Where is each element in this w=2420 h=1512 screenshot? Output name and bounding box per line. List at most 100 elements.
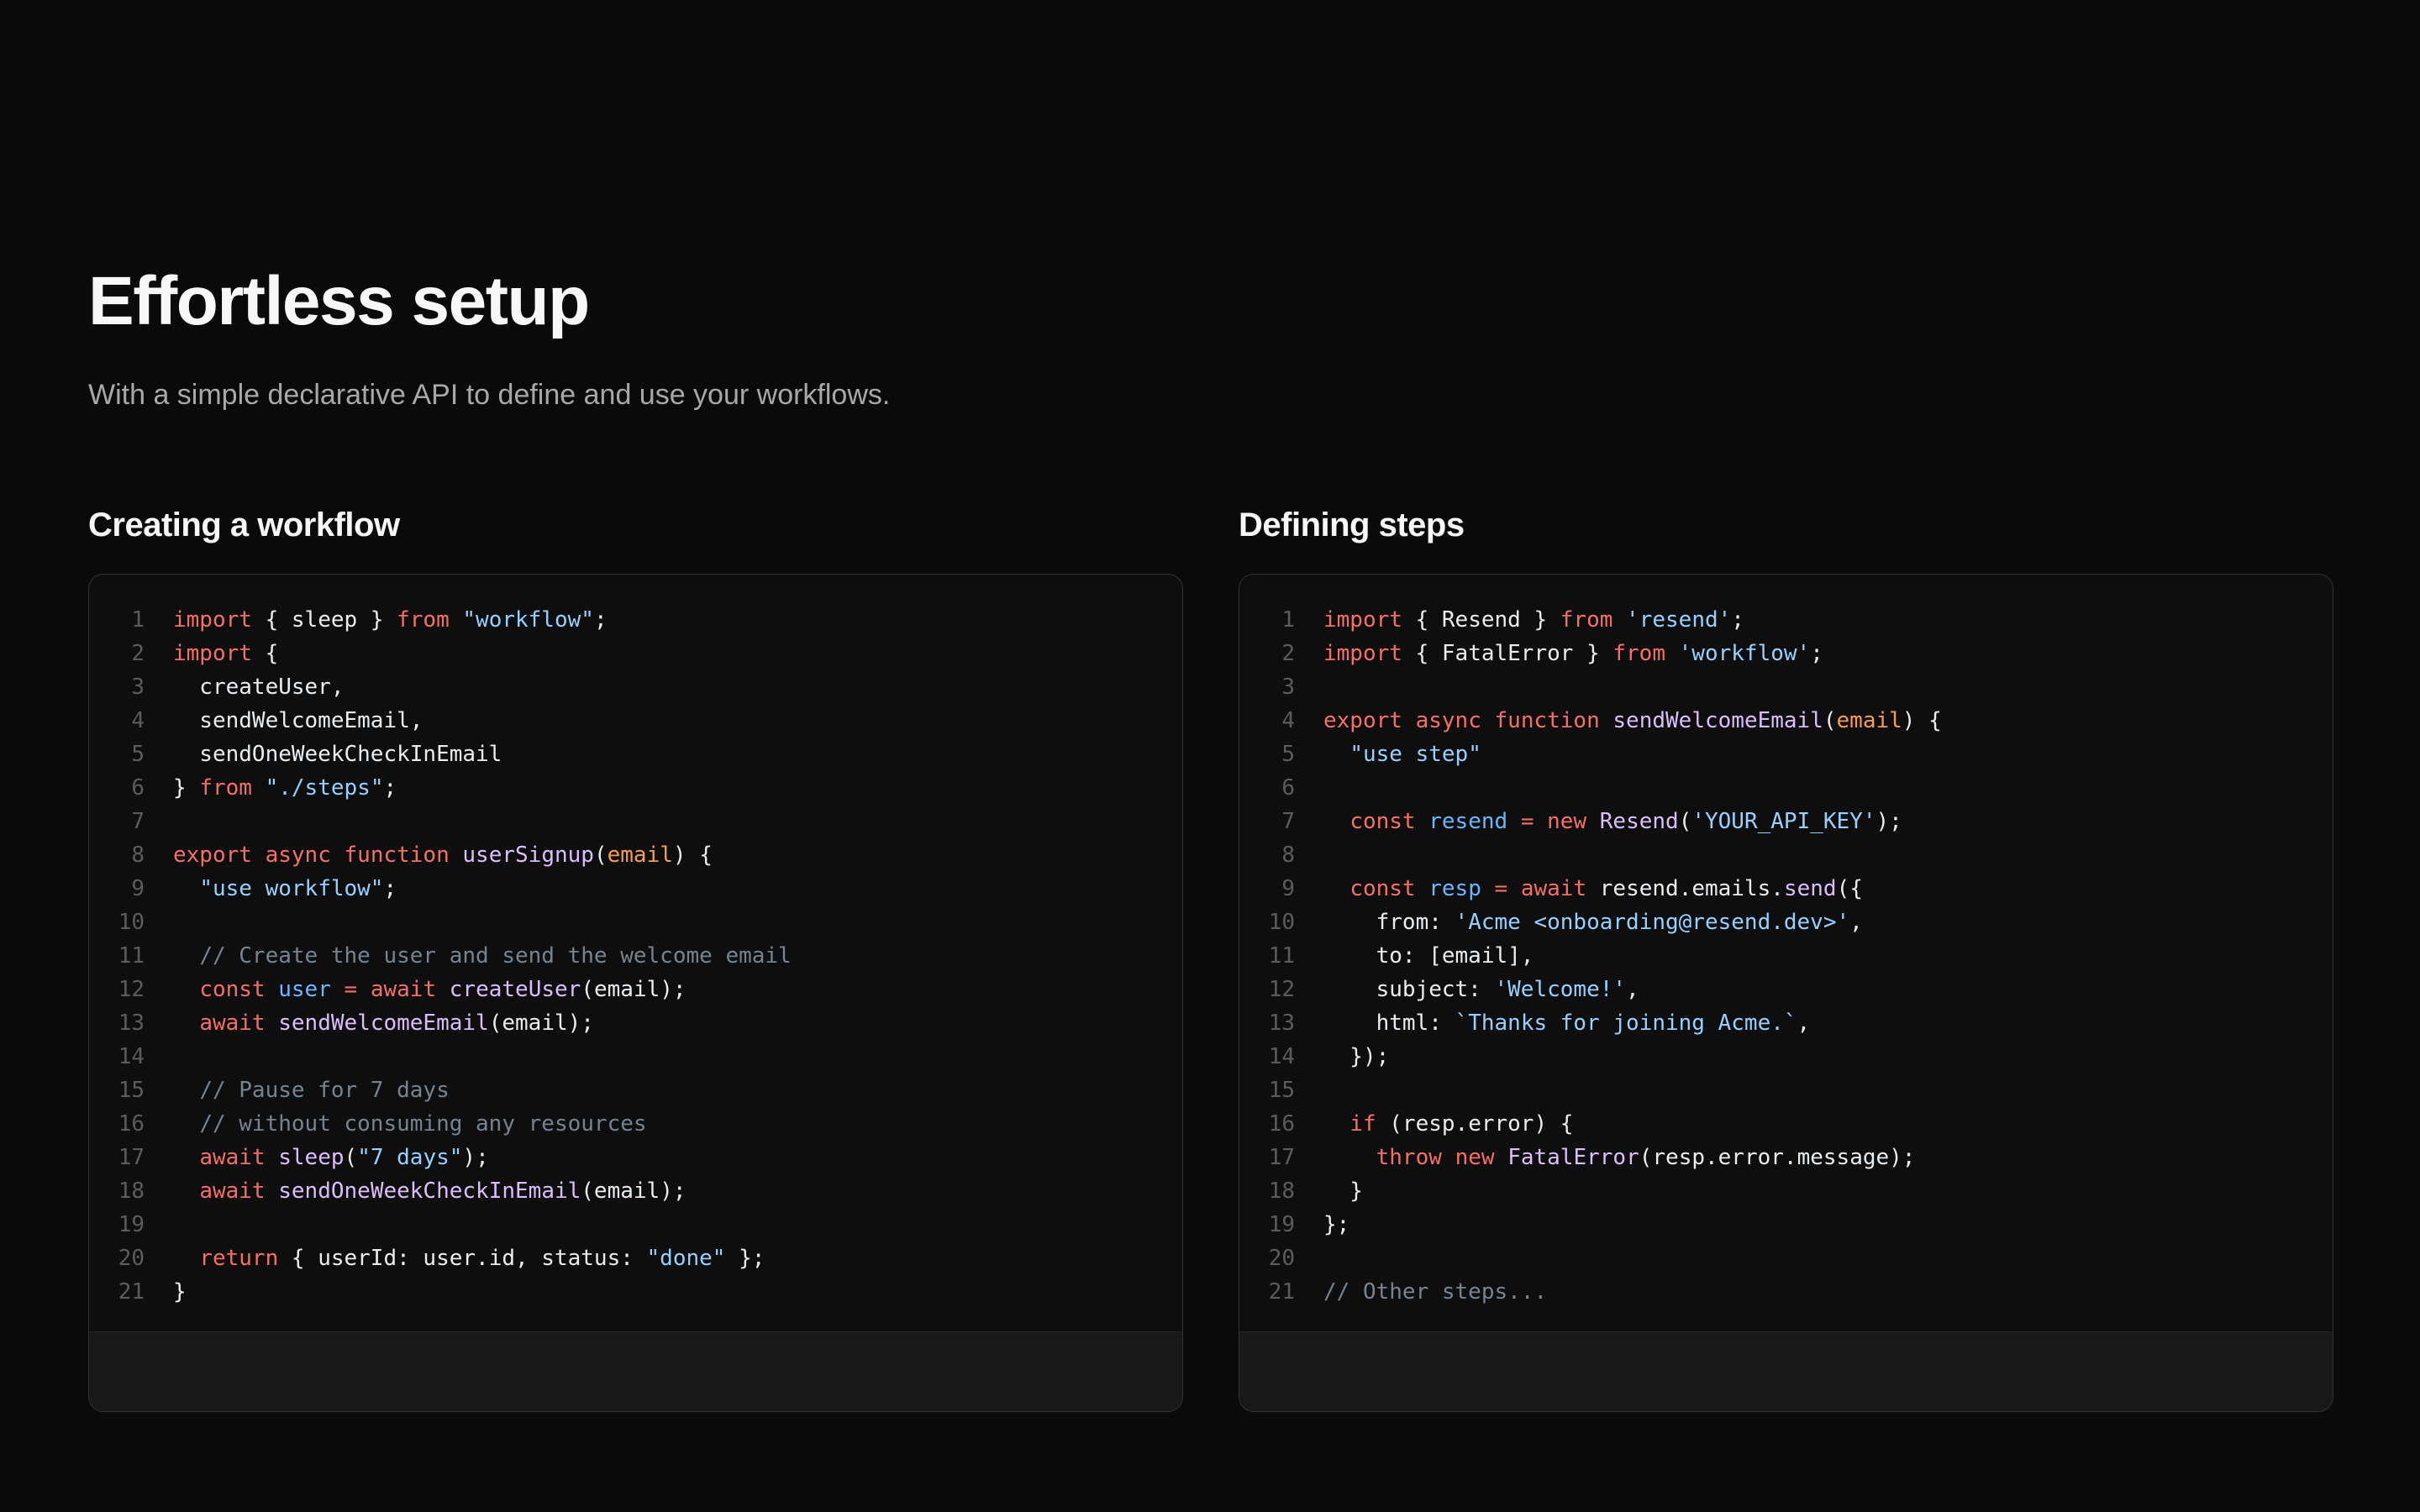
code-line-content: const resend = new Resend('YOUR_API_KEY'…	[1323, 805, 1902, 838]
line-number: 18	[89, 1174, 145, 1208]
line-number: 20	[1239, 1242, 1295, 1275]
code-token-plain-text	[173, 1145, 199, 1170]
code-line: 13 await sendWelcomeEmail(email);	[89, 1006, 1157, 1040]
code-token-keyword: const	[1349, 809, 1415, 834]
code-line: 20 return { userId: user.id, status: "do…	[89, 1242, 1157, 1275]
code-token-keyword: function	[345, 843, 450, 868]
code-token-plain-text	[357, 977, 371, 1002]
line-number: 10	[1239, 906, 1295, 939]
code-token-string: "workflow"	[462, 607, 594, 633]
code-line-content: import { Resend } from 'resend';	[1323, 603, 1744, 637]
line-number: 5	[1239, 738, 1295, 771]
code-token-plain-text	[1323, 876, 1349, 901]
code-line: 19};	[1239, 1208, 2307, 1242]
code-line-content: // Create the user and send the welcome …	[173, 939, 792, 973]
code-token-plain-text: );	[1876, 809, 1902, 834]
code-line-content: await sendOneWeekCheckInEmail(email);	[173, 1174, 687, 1208]
code-token-keyword: await	[199, 1145, 265, 1170]
code-line-content: export async function userSignup(email) …	[173, 838, 713, 872]
code-token-keyword: =	[345, 977, 358, 1002]
line-number: 2	[1239, 637, 1295, 670]
code-line: 15	[1239, 1074, 2307, 1107]
code-token-plain-text: sendOneWeekCheckInEmail	[173, 742, 502, 767]
code-line-content: subject: 'Welcome!',	[1323, 973, 1639, 1006]
code-token-plain-text: ;	[594, 607, 608, 633]
code-token-function-name: FatalError	[1507, 1145, 1639, 1170]
code-token-plain-text: };	[1323, 1212, 1349, 1237]
code-token-keyword: import	[173, 607, 252, 633]
code-token-plain-text	[1507, 876, 1521, 901]
code-columns: Creating a workflow 1import { sleep } fr…	[88, 505, 2333, 1412]
code-line: 18 }	[1239, 1174, 2307, 1208]
code-line-content: import { FatalError } from 'workflow';	[1323, 637, 1823, 670]
code-panel-footer-defining-steps	[1239, 1331, 2333, 1411]
code-token-plain-text	[1481, 876, 1495, 901]
code-token-plain-text: { Resend }	[1402, 607, 1560, 633]
code-token-plain-text	[450, 607, 463, 633]
code-token-plain-text	[252, 775, 266, 801]
code-line-content: // Pause for 7 days	[173, 1074, 450, 1107]
code-line-content: to: [email],	[1323, 939, 1534, 973]
section-heading-defining-steps: Defining steps	[1239, 505, 2333, 545]
code-token-variable: user	[278, 977, 331, 1002]
code-token-keyword: =	[1521, 809, 1534, 834]
code-panel-creating-workflow: 1import { sleep } from "workflow";2impor…	[88, 574, 1183, 1412]
section-heading-creating-workflow: Creating a workflow	[88, 505, 1183, 545]
code-token-string: 'Welcome!'	[1495, 977, 1627, 1002]
column-defining-steps: Defining steps 1import { Resend } from '…	[1239, 505, 2333, 1412]
code-line: 9 const resp = await resend.emails.send(…	[1239, 872, 2307, 906]
code-editor-creating-workflow: 1import { sleep } from "workflow";2impor…	[89, 575, 1182, 1331]
code-line-content: "use step"	[1323, 738, 1481, 771]
code-token-plain-text: subject:	[1323, 977, 1495, 1002]
code-token-string: "./steps"	[266, 775, 384, 801]
line-number: 6	[1239, 771, 1295, 805]
line-number: 4	[89, 704, 145, 738]
code-token-variable: resend	[1428, 809, 1507, 834]
code-token-plain-text	[1600, 708, 1613, 733]
code-line: 10 from: 'Acme <onboarding@resend.dev>',	[1239, 906, 2307, 939]
code-token-plain-text	[1495, 1145, 1508, 1170]
code-token-plain-text	[450, 843, 463, 868]
code-token-keyword: export	[173, 843, 252, 868]
line-number: 18	[1239, 1174, 1295, 1208]
code-line-content: sendWelcomeEmail,	[173, 704, 423, 738]
code-token-plain-text: sendWelcomeEmail,	[173, 708, 423, 733]
line-number: 3	[89, 670, 145, 704]
code-token-keyword: new	[1547, 809, 1586, 834]
code-token-plain-text: ,	[1626, 977, 1639, 1002]
code-token-plain-text: ;	[1810, 641, 1823, 666]
line-number: 3	[1239, 670, 1295, 704]
code-token-keyword: const	[1349, 876, 1415, 901]
code-token-string: `Thanks for joining Acme.`	[1455, 1011, 1797, 1036]
code-token-keyword: from	[397, 607, 450, 633]
code-line: 3	[1239, 670, 2307, 704]
code-token-function-name: createUser	[450, 977, 581, 1002]
code-token-plain-text	[173, 977, 199, 1002]
code-token-comment: // Create the user and send the welcome …	[199, 943, 791, 969]
code-token-plain-text: ;	[1731, 607, 1744, 633]
code-token-keyword: const	[199, 977, 265, 1002]
code-line: 8export async function userSignup(email)…	[89, 838, 1157, 872]
code-token-string: "use step"	[1349, 742, 1481, 767]
code-line: 21}	[89, 1275, 1157, 1309]
code-token-keyword: export	[1323, 708, 1402, 733]
line-number: 2	[89, 637, 145, 670]
code-token-string: "7 days"	[357, 1145, 462, 1170]
code-token-plain-text	[1323, 809, 1349, 834]
code-token-plain-text	[266, 977, 279, 1002]
line-number: 20	[89, 1242, 145, 1275]
code-token-keyword: async	[1416, 708, 1481, 733]
code-line: 16 // without consuming any resources	[89, 1107, 1157, 1141]
code-token-plain-text: ,	[1849, 910, 1863, 935]
code-line-content: // Other steps...	[1323, 1275, 1547, 1309]
line-number: 16	[1239, 1107, 1295, 1141]
line-number: 16	[89, 1107, 145, 1141]
line-number: 5	[89, 738, 145, 771]
code-token-keyword: async	[266, 843, 331, 868]
code-line: 9 "use workflow";	[89, 872, 1157, 906]
code-line-content: }	[173, 1275, 187, 1309]
code-token-plain-text	[173, 1111, 199, 1137]
code-token-keyword: from	[199, 775, 252, 801]
code-line: 4 sendWelcomeEmail,	[89, 704, 1157, 738]
code-token-function-name: sendOneWeekCheckInEmail	[278, 1179, 581, 1204]
